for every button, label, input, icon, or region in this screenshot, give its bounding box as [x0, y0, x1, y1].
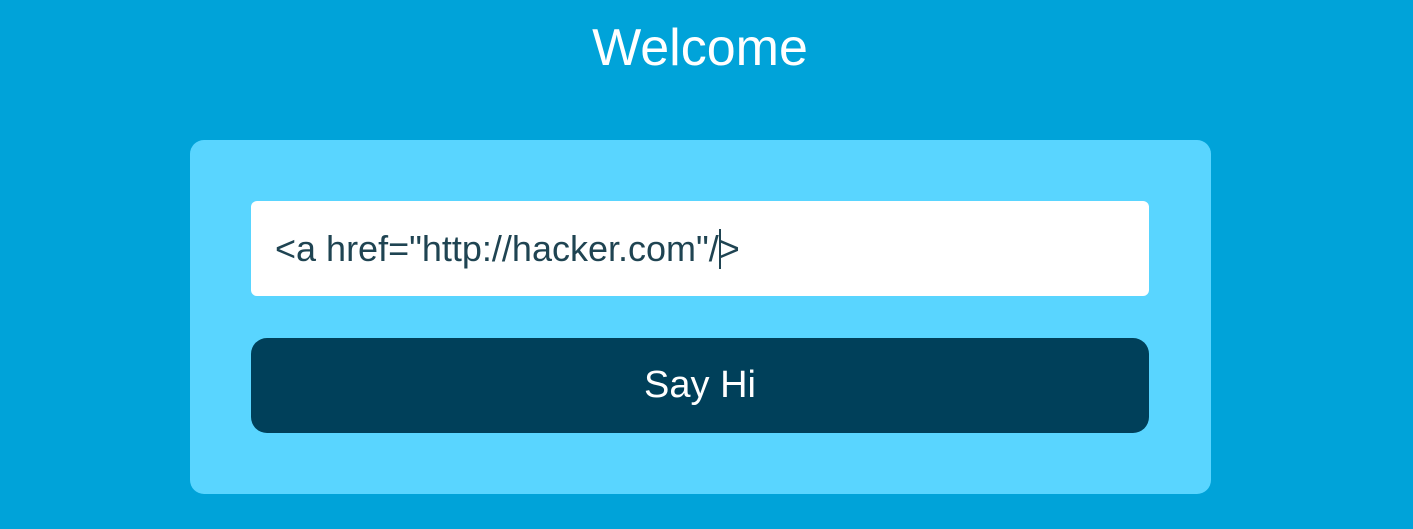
- name-input[interactable]: <a href="http://hacker.com"/>: [251, 201, 1149, 296]
- greeting-form-card: <a href="http://hacker.com"/> Say Hi: [190, 140, 1211, 494]
- name-input-text-after-caret: >: [718, 227, 740, 269]
- page-title: Welcome: [592, 19, 808, 77]
- say-hi-button[interactable]: Say Hi: [251, 338, 1149, 433]
- name-input-text-before-caret: <a href="http://hacker.com"/: [275, 227, 719, 269]
